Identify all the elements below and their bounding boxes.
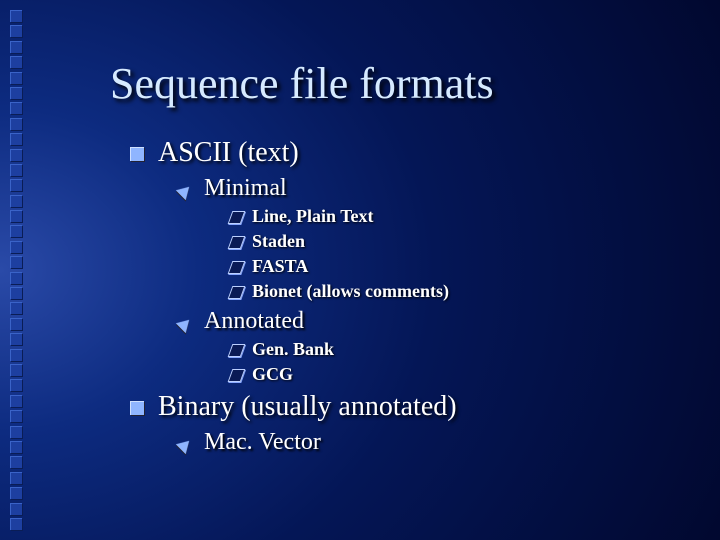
bullet-label: Bionet (allows comments) <box>252 281 449 301</box>
content-area: ASCII (text) Minimal Line, Plain Text St… <box>130 137 680 456</box>
bullet-level3: Staden <box>230 231 680 252</box>
bullet-label: FASTA <box>252 256 308 276</box>
bullet-label: Minimal <box>204 175 287 201</box>
bullet-level3: Gen. Bank <box>230 339 680 360</box>
bullet-level3: FASTA <box>230 256 680 277</box>
bullet-label: Line, Plain Text <box>252 206 374 226</box>
bullet-label: Gen. Bank <box>252 339 334 359</box>
bullet-label: Binary (usually annotated) <box>158 391 457 422</box>
bullet-level2: Minimal Line, Plain Text Staden FASTA Bi… <box>178 175 680 302</box>
bullet-label: Staden <box>252 231 305 251</box>
left-decorative-rail <box>10 10 26 530</box>
bullet-label: Annotated <box>204 308 304 334</box>
bullet-level3: GCG <box>230 364 680 385</box>
bullet-level1: ASCII (text) Minimal Line, Plain Text St… <box>130 137 680 385</box>
bullet-level3: Line, Plain Text <box>230 206 680 227</box>
bullet-label: Mac. Vector <box>204 429 321 455</box>
bullet-level1: Binary (usually annotated) Mac. Vector <box>130 391 680 456</box>
slide: Sequence file formats ASCII (text) Minim… <box>0 0 720 540</box>
bullet-level2: Annotated Gen. Bank GCG <box>178 308 680 385</box>
page-title: Sequence file formats <box>110 58 680 109</box>
bullet-label: ASCII (text) <box>158 137 299 168</box>
bullet-label: GCG <box>252 364 293 384</box>
bullet-level2: Mac. Vector <box>178 429 680 456</box>
bullet-level3: Bionet (allows comments) <box>230 281 680 302</box>
